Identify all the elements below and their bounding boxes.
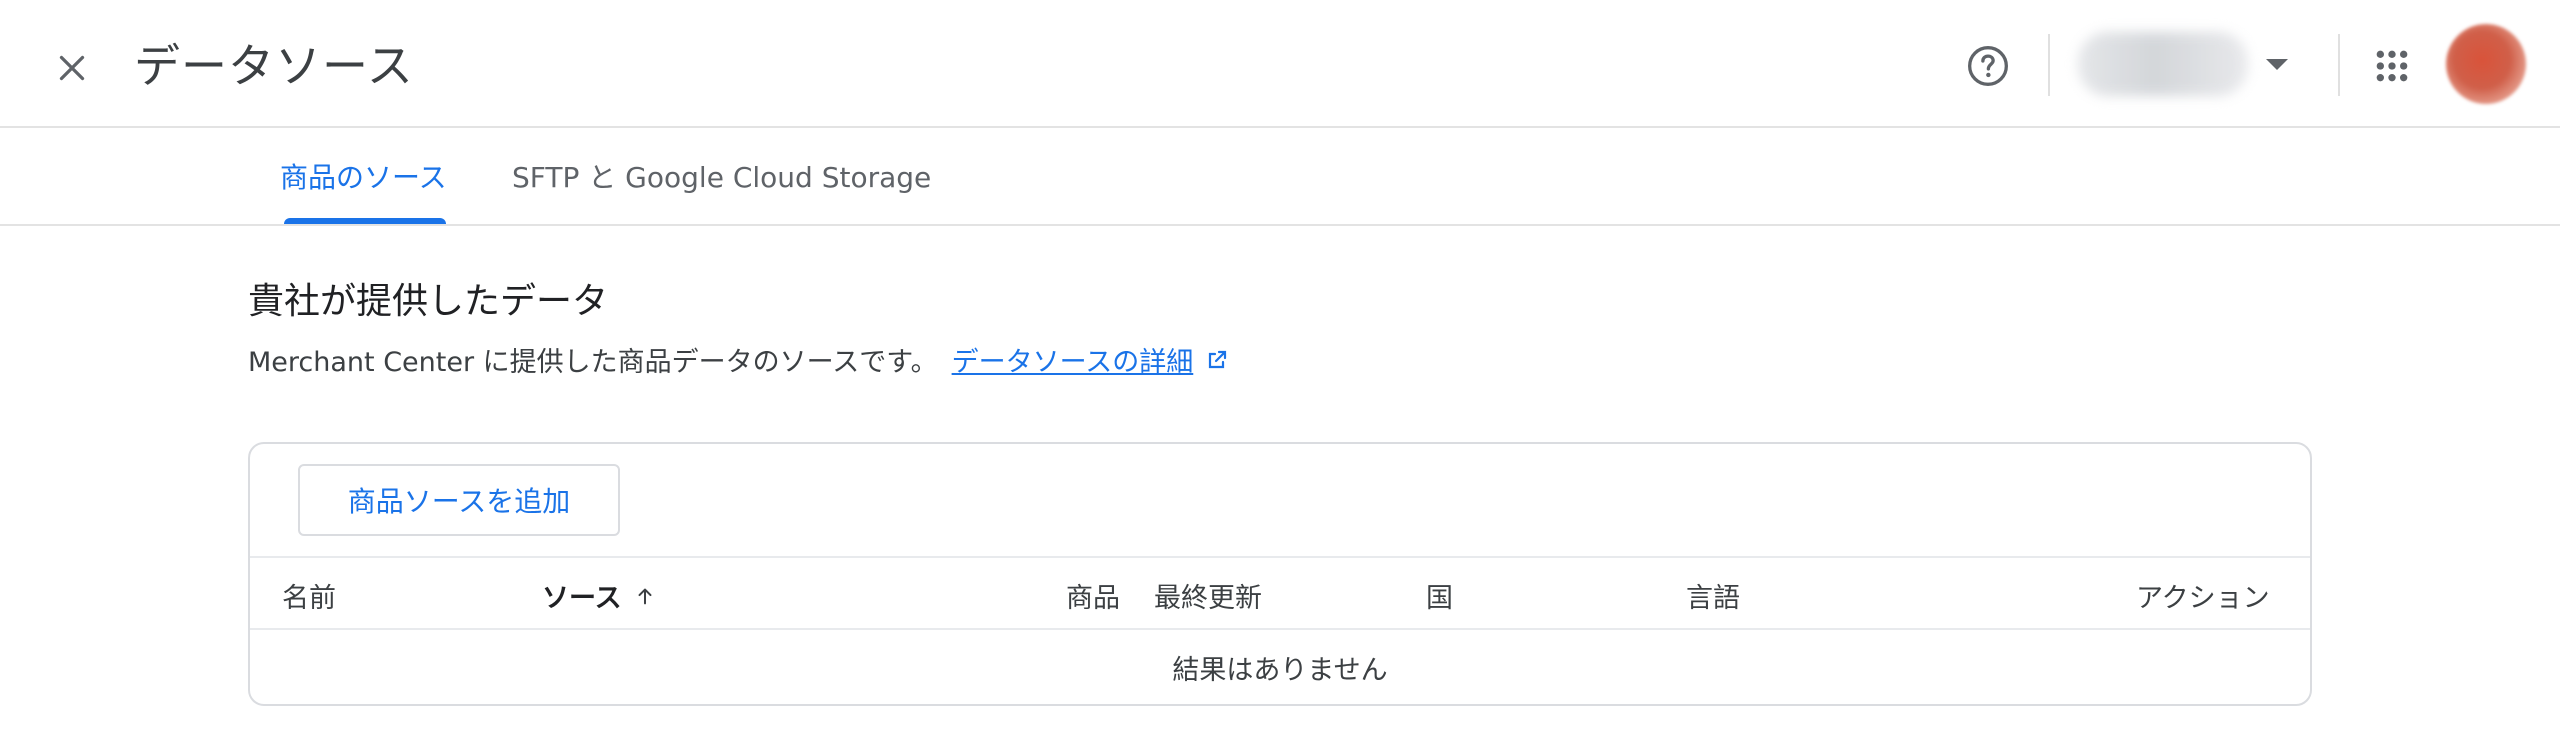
column-header-products[interactable]: 商品 (1066, 576, 1120, 615)
arrow-up-icon (634, 585, 656, 607)
empty-state-row: 結果はありません (1172, 654, 1388, 686)
section-description: Merchant Center に提供した商品データのソースです。 データソース… (248, 340, 1229, 379)
column-header-actions: アクション (2136, 583, 2270, 614)
section-title: 貴社が提供したデータ (248, 281, 609, 322)
account-switcher[interactable] (2078, 28, 2302, 100)
header-divider (2338, 34, 2340, 96)
account-name-redacted (2078, 32, 2248, 96)
column-header-language[interactable]: 言語 (1686, 576, 1740, 615)
apps-grid-icon (2376, 50, 2408, 82)
help-button[interactable] (1960, 38, 2016, 94)
caret-down-icon (2266, 58, 2288, 70)
column-header-name[interactable]: 名前 (282, 576, 336, 615)
description-text: Merchant Center に提供した商品データのソースです。 (248, 347, 938, 378)
top-app-bar: データソース (0, 0, 2560, 128)
help-circle-icon (1968, 46, 2008, 86)
header-divider (2048, 34, 2050, 96)
learn-more-link[interactable]: データソースの詳細 (952, 340, 1194, 379)
column-header-country[interactable]: 国 (1426, 576, 1453, 615)
tab-sftp-gcs[interactable]: SFTP と Google Cloud Storage (512, 156, 931, 196)
column-header-last-updated[interactable]: 最終更新 (1154, 576, 1262, 615)
apps-button[interactable] (2364, 38, 2420, 94)
close-button[interactable] (44, 40, 100, 96)
page-title: データソース (134, 39, 414, 93)
table-header-row: 名前 ソース 商品 最終更新 国 言語 アクション (250, 556, 2310, 630)
add-product-source-button[interactable]: 商品ソースを追加 (298, 464, 620, 536)
tab-product-sources[interactable]: 商品のソース (280, 156, 447, 196)
column-header-source-label: ソース (542, 583, 622, 614)
open-in-new-icon[interactable] (1205, 348, 1229, 372)
avatar[interactable] (2446, 24, 2526, 104)
product-sources-card: 商品ソースを追加 名前 ソース 商品 最終更新 国 言語 アクション 結果はあり… (248, 442, 2312, 706)
close-icon (59, 55, 85, 81)
tab-bar: 商品のソース SFTP と Google Cloud Storage (0, 128, 2560, 226)
active-tab-indicator (284, 218, 446, 224)
column-header-source[interactable]: ソース (542, 576, 656, 615)
